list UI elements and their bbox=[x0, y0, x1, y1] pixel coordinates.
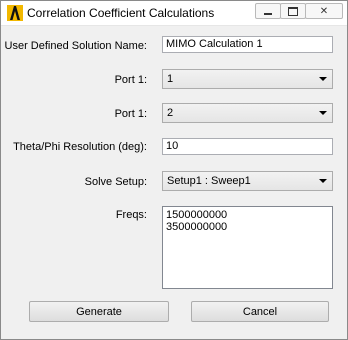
solution-name-label: User Defined Solution Name: bbox=[4, 40, 147, 52]
close-button[interactable]: ✕ bbox=[305, 3, 343, 19]
port1-label: Port 1: bbox=[114, 74, 147, 86]
close-glyph: ✕ bbox=[319, 5, 329, 17]
dialog-window: Correlation Coefficient Calculations ✕ U… bbox=[0, 0, 348, 340]
freq-item: 1500000000 bbox=[166, 209, 228, 221]
close-icon: ✕ bbox=[306, 4, 342, 18]
solve-setup-label: Solve Setup: bbox=[84, 176, 147, 188]
chevron-down-icon bbox=[319, 77, 327, 81]
generate-button[interactable]: Generate bbox=[29, 301, 169, 322]
maximize-button[interactable] bbox=[280, 3, 306, 19]
freqs-textarea[interactable]: 1500000000 3500000000 bbox=[162, 206, 333, 289]
port1-select[interactable]: 1 bbox=[162, 69, 333, 89]
chevron-down-icon bbox=[319, 179, 327, 183]
title-bar[interactable]: Correlation Coefficient Calculations ✕ bbox=[1, 1, 347, 26]
minimize-button[interactable] bbox=[255, 3, 281, 19]
ansys-logo-icon bbox=[7, 5, 23, 21]
solve-setup-select[interactable]: Setup1 : Sweep1 bbox=[162, 171, 333, 191]
minimize-icon bbox=[256, 4, 280, 18]
maximize-icon bbox=[281, 4, 305, 18]
resolution-label: Theta/Phi Resolution (deg): bbox=[13, 141, 147, 153]
port2-select[interactable]: 2 bbox=[162, 103, 333, 123]
window-title: Correlation Coefficient Calculations bbox=[27, 6, 215, 20]
port2-value: 2 bbox=[167, 107, 174, 119]
chevron-down-icon bbox=[319, 111, 327, 115]
port1-value: 1 bbox=[167, 73, 174, 85]
solve-setup-value: Setup1 : Sweep1 bbox=[167, 175, 251, 187]
freqs-label: Freqs: bbox=[115, 209, 147, 221]
cancel-button[interactable]: Cancel bbox=[191, 301, 329, 322]
resolution-input[interactable]: 10 bbox=[162, 138, 333, 155]
solution-name-input[interactable]: MIMO Calculation 1 bbox=[162, 36, 333, 53]
freq-item: 3500000000 bbox=[166, 221, 228, 233]
port2-label: Port 1: bbox=[114, 108, 147, 120]
